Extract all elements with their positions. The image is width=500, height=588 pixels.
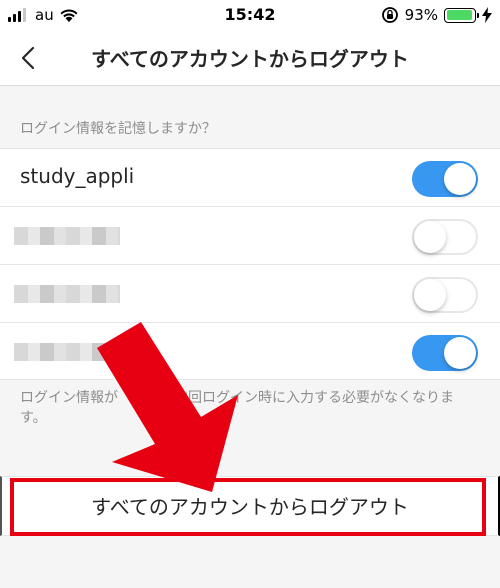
logout-all-button[interactable]: すべてのアカウントからログアウト: [0, 476, 500, 536]
charging-bolt-icon: [482, 7, 492, 23]
remember-login-toggle[interactable]: [412, 335, 478, 371]
blurred-account-name: [14, 343, 120, 361]
remember-login-toggle[interactable]: [412, 277, 478, 313]
remember-login-toggle[interactable]: [412, 219, 478, 255]
battery-level-fill: [446, 10, 472, 20]
battery-icon: [444, 7, 479, 23]
account-row: [0, 206, 500, 264]
account-row: [0, 322, 500, 380]
blurred-account-name: [14, 227, 120, 245]
toggle-knob: [444, 163, 476, 195]
battery-percent: 93%: [404, 6, 438, 24]
status-bar: au 15:42 93%: [0, 0, 500, 30]
info-text: ログイン情報が 次回ログイン時に入力する必要がなくなります。: [20, 390, 454, 426]
toggle-knob: [414, 279, 446, 311]
navigation-bar: すべてのアカウントからログアウト: [0, 30, 500, 86]
page-title: すべてのアカウントからログアウト: [91, 47, 409, 71]
section-header: ログイン情報を記憶しますか？: [20, 121, 216, 137]
toggle-knob: [414, 221, 446, 253]
status-right: 93%: [381, 5, 492, 25]
account-row: [0, 264, 500, 322]
account-name: study_appli: [20, 164, 135, 188]
blurred-account-name: [14, 285, 120, 303]
account-row: study_appli: [0, 148, 500, 206]
toggle-knob: [444, 337, 476, 369]
account-list: study_appli: [0, 148, 500, 380]
rotation-lock-icon: [381, 7, 398, 23]
remember-login-toggle[interactable]: [412, 161, 478, 197]
